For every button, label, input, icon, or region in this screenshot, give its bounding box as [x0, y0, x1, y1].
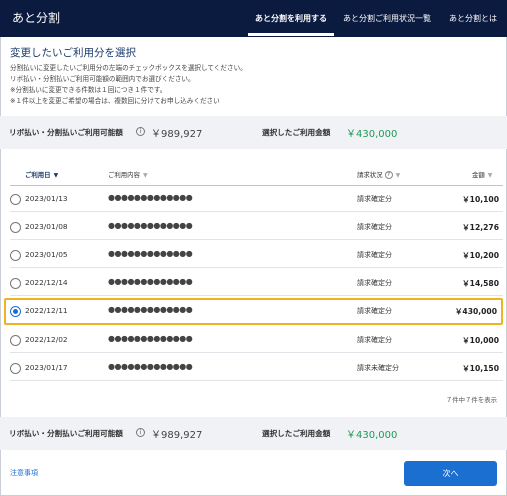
row-status: 請求確定分	[357, 307, 392, 315]
row-detail: ●●●●●●●●●●●●●	[108, 221, 193, 230]
row-detail: ●●●●●●●●●●●●●	[108, 249, 193, 258]
row-amount: ￥10,200	[462, 251, 499, 260]
selected-amount-value: ￥430,000	[346, 430, 398, 441]
table-row[interactable]: 2023/01/08 ●●●●●●●●●●●●● 請求確定分 ￥12,276	[10, 215, 503, 240]
table-header: ご利用日 ▼ ご利用内容 ▼ 請求状況? ▼ 金額 ▼	[10, 164, 503, 186]
summary-bar-top: リボ払い・分割払いご利用可能額 i ￥989,927 選択したご利用金額 ￥43…	[0, 116, 507, 149]
row-date: 2023/01/05	[25, 250, 68, 259]
column-header-detail[interactable]: ご利用内容 ▼	[108, 170, 148, 179]
row-radio[interactable]	[10, 222, 21, 233]
next-button[interactable]: 次へ	[404, 461, 497, 486]
row-detail: ●●●●●●●●●●●●●	[108, 305, 193, 314]
row-radio[interactable]	[10, 278, 21, 289]
info-icon[interactable]: i	[136, 428, 145, 437]
notes-link[interactable]: 注意事項	[10, 468, 38, 478]
intro-line: リボ払い・分割払いご利用可能額の範囲内でお選びください。	[10, 75, 195, 83]
table-row[interactable]: 2023/01/05 ●●●●●●●●●●●●● 請求確定分 ￥10,200	[10, 243, 503, 268]
sort-icon: ▼	[395, 172, 401, 179]
row-amount: ￥10,100	[462, 195, 499, 204]
intro-line: ※１件以上を変更ご希望の場合は、複数回に分けてお申し込みください	[10, 97, 220, 105]
row-status: 請求確定分	[357, 195, 392, 203]
row-date: 2023/01/17	[25, 363, 68, 372]
row-status: 請求確定分	[357, 223, 392, 231]
row-detail: ●●●●●●●●●●●●●	[108, 277, 193, 286]
row-status: 請求未確定分	[357, 364, 399, 372]
selected-amount-label: 選択したご利用金額	[262, 429, 331, 438]
tab-usage-status[interactable]: あと分割ご利用状況一覧	[343, 13, 431, 24]
row-radio-checked[interactable]	[10, 306, 21, 317]
table-row-selected[interactable]: 2022/12/11 ●●●●●●●●●●●●● 請求確定分 ￥430,000	[4, 298, 503, 325]
available-amount-label: リボ払い・分割払いご利用可能額	[9, 128, 123, 137]
selected-amount-value: ￥430,000	[346, 129, 398, 140]
info-icon[interactable]: i	[136, 127, 145, 136]
row-date: 2023/01/08	[25, 222, 68, 231]
table-row[interactable]: 2023/01/17 ●●●●●●●●●●●●● 請求未確定分 ￥10,150	[10, 356, 503, 381]
row-date: 2022/12/11	[25, 306, 68, 315]
row-radio[interactable]	[10, 363, 21, 374]
row-radio[interactable]	[10, 335, 21, 346]
row-detail: ●●●●●●●●●●●●●	[108, 362, 193, 371]
row-detail: ●●●●●●●●●●●●●	[108, 334, 193, 343]
section-title: 変更したいご利用分を選択	[10, 47, 136, 59]
row-detail: ●●●●●●●●●●●●●	[108, 193, 193, 202]
summary-bar-bottom: リボ払い・分割払いご利用可能額 i ￥989,927 選択したご利用金額 ￥43…	[0, 417, 507, 450]
tab-use-installment[interactable]: あと分割を利用する	[255, 13, 327, 24]
row-amount: ￥14,580	[462, 279, 499, 288]
sort-icon: ▼	[142, 172, 148, 179]
app-title: あと分割	[12, 11, 61, 25]
active-tab-indicator	[248, 33, 334, 36]
table-row[interactable]: 2022/12/14 ●●●●●●●●●●●●● 請求確定分 ￥14,580	[10, 271, 503, 296]
column-header-amount[interactable]: 金額 ▼	[472, 170, 492, 179]
selected-amount-label: 選択したご利用金額	[262, 128, 331, 137]
row-status: 請求確定分	[357, 336, 392, 344]
available-amount-value: ￥989,927	[151, 129, 203, 140]
pagination-info: ７件中７件を表示	[445, 396, 497, 404]
row-amount: ￥10,150	[462, 364, 499, 373]
row-amount: ￥10,000	[462, 336, 499, 345]
row-amount: ￥430,000	[454, 307, 497, 316]
row-date: 2022/12/14	[25, 278, 68, 287]
row-date: 2022/12/02	[25, 335, 68, 344]
tab-about[interactable]: あと分割とは	[449, 13, 497, 24]
column-header-date[interactable]: ご利用日 ▼	[25, 170, 58, 179]
row-amount: ￥12,276	[462, 223, 499, 232]
row-date: 2023/01/13	[25, 194, 68, 203]
intro-line: 分割払いに変更したいご利用分の左端のチェックボックスを選択してください。	[10, 64, 247, 72]
row-radio[interactable]	[10, 194, 21, 205]
intro-line: ※分割払いに変更できる件数は１回につき１件です。	[10, 86, 167, 94]
available-amount-label: リボ払い・分割払いご利用可能額	[9, 429, 123, 438]
table-row[interactable]: 2022/12/02 ●●●●●●●●●●●●● 請求確定分 ￥10,000	[10, 328, 503, 353]
available-amount-value: ￥989,927	[151, 430, 203, 441]
row-status: 請求確定分	[357, 279, 392, 287]
sort-desc-icon: ▼	[53, 172, 59, 179]
help-icon[interactable]: ?	[384, 171, 393, 179]
row-status: 請求確定分	[357, 251, 392, 259]
column-header-status[interactable]: 請求状況? ▼	[357, 170, 400, 179]
app-header: あと分割 あと分割を利用する あと分割ご利用状況一覧 あと分割とは	[0, 0, 507, 37]
table-row[interactable]: 2023/01/13 ●●●●●●●●●●●●● 請求確定分 ￥10,100	[10, 187, 503, 212]
sort-icon: ▼	[487, 172, 493, 179]
row-radio[interactable]	[10, 250, 21, 261]
